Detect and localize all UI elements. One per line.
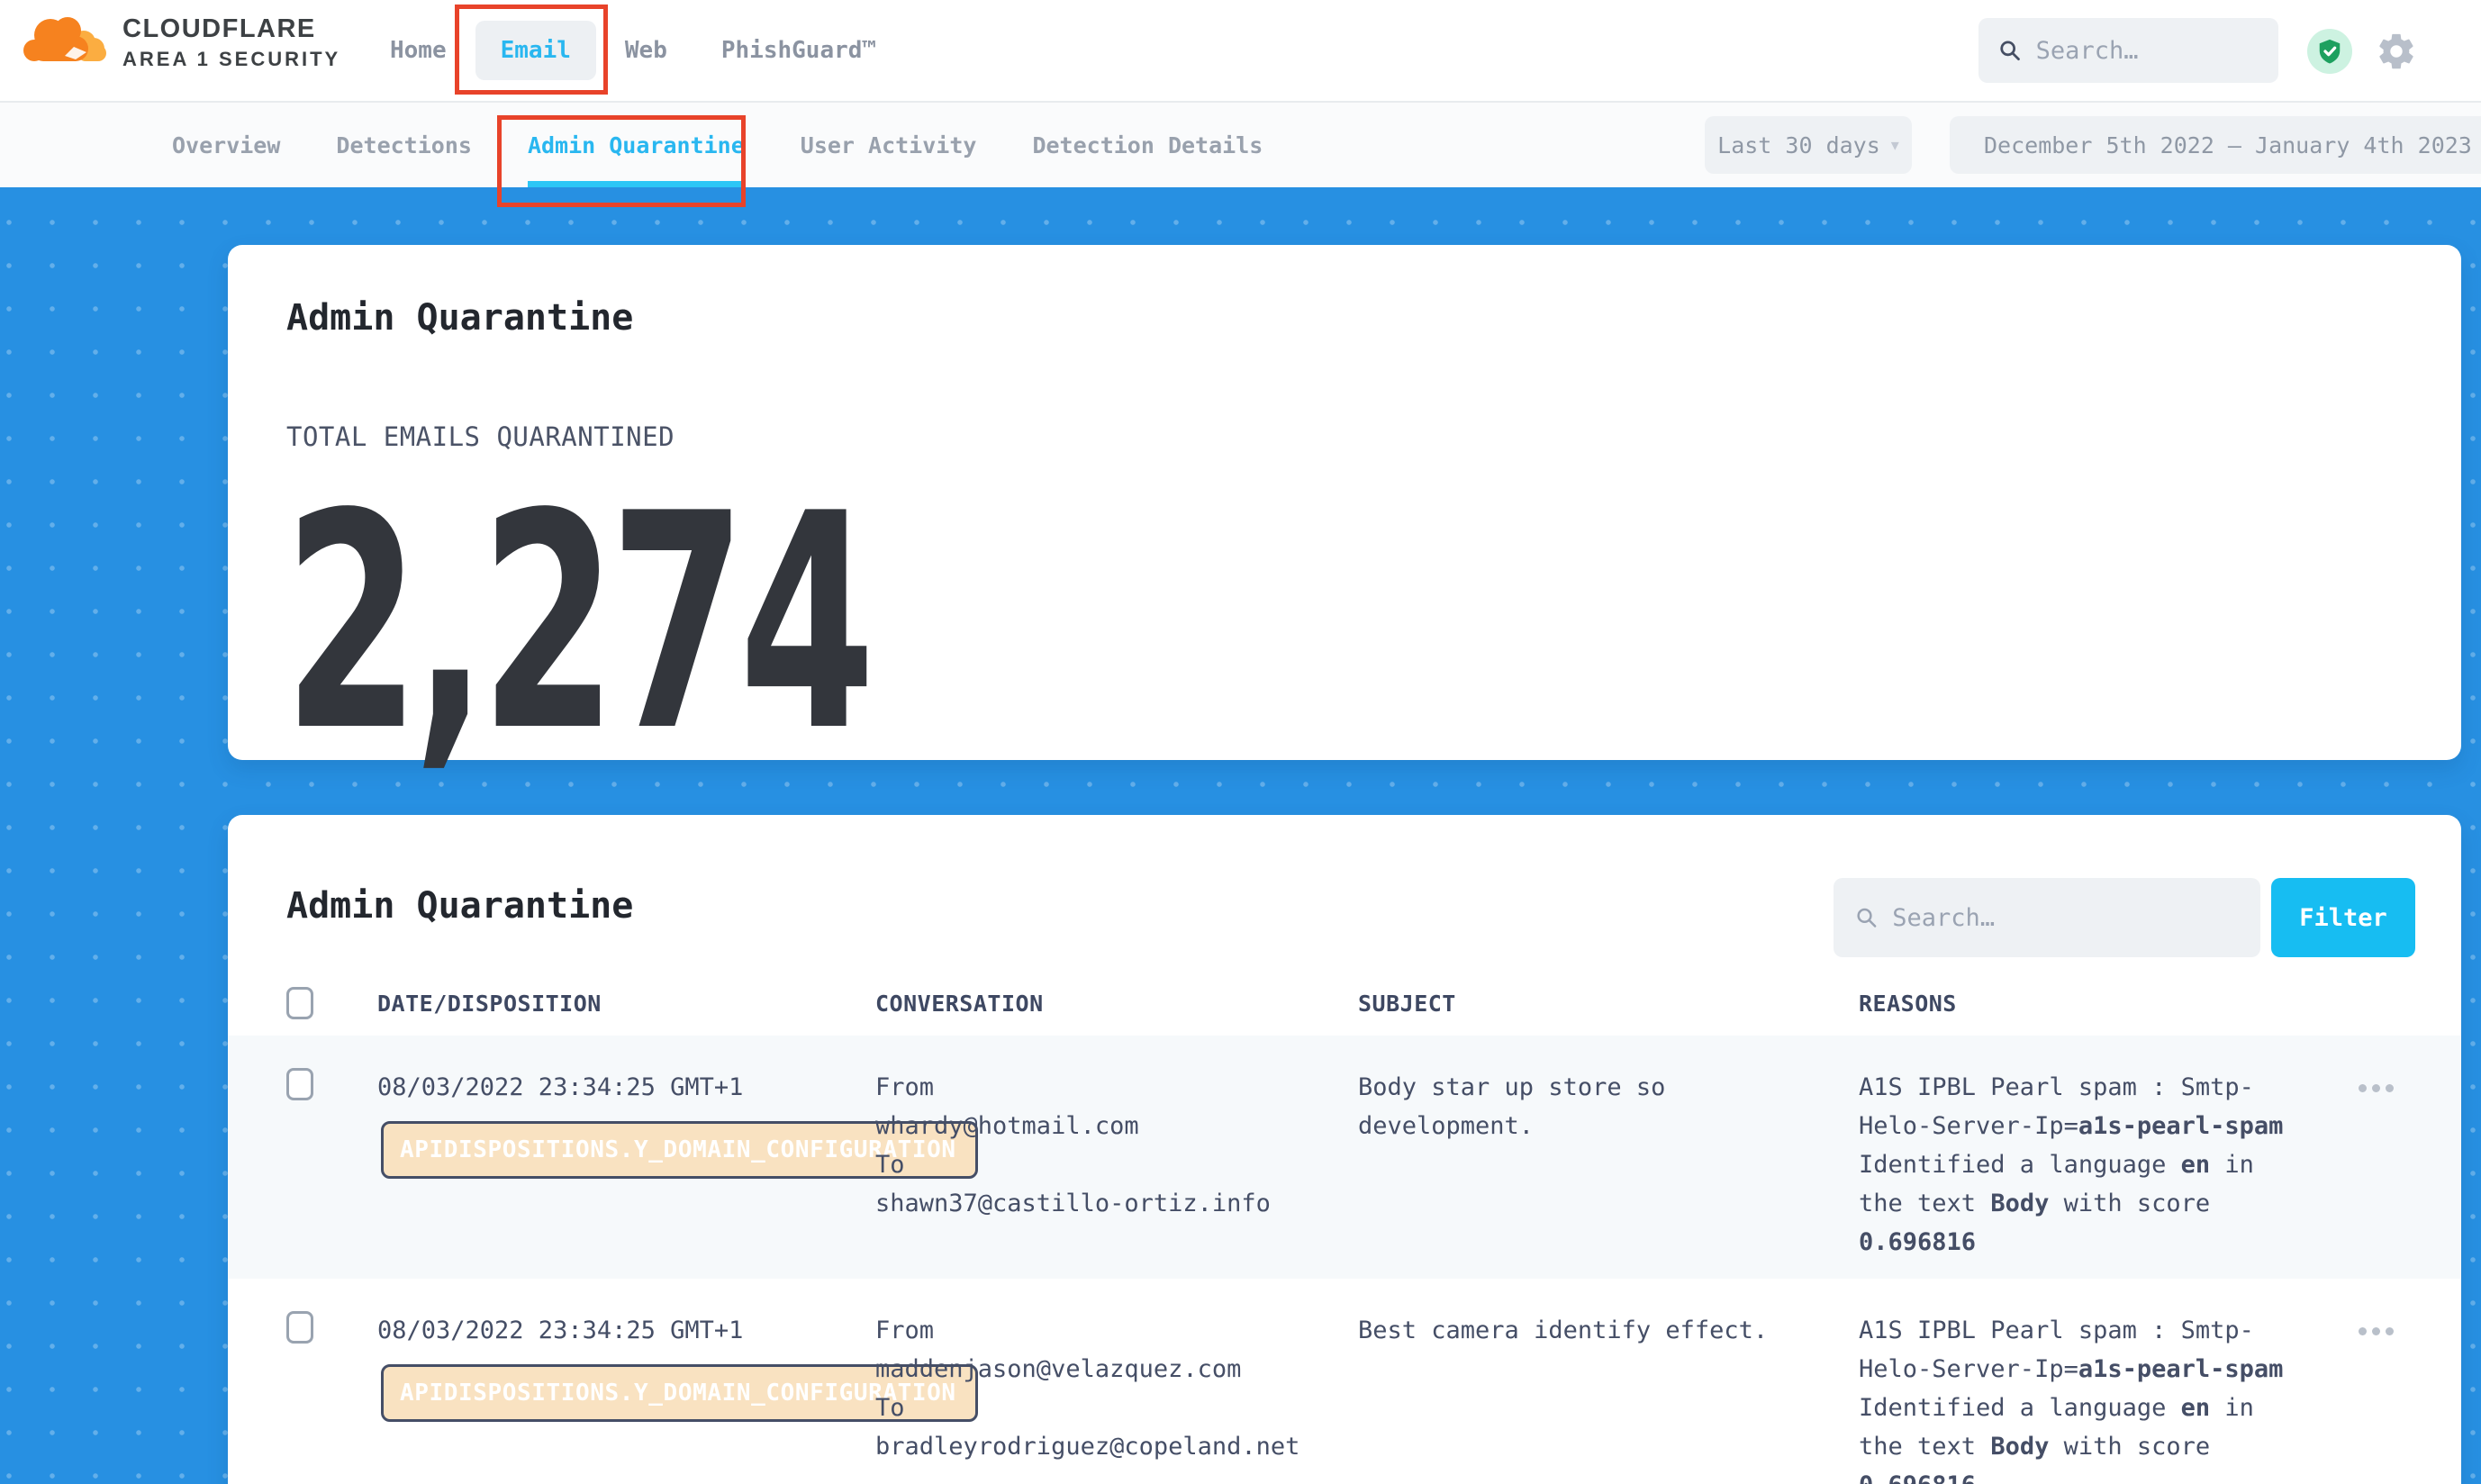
tab-admin-quarantine[interactable]: Admin Quarantine — [528, 103, 745, 187]
app-header: CLOUDFLARE AREA 1 SECURITY Home Email We… — [0, 0, 2481, 103]
table-search-input[interactable] — [1892, 904, 2239, 932]
table-row: 08/03/2022 23:34:25 GMT+1 APIDISPOSITION… — [228, 1279, 2461, 1484]
metric-value: 2,274 — [284, 475, 868, 772]
date-range-field[interactable]: December 5th 2022 — January 4th 2023 — [1950, 116, 2481, 174]
brand-title: CLOUDFLARE — [122, 14, 340, 44]
row-actions-menu[interactable] — [2353, 1322, 2399, 1341]
row-subject: Body star up store so development. — [1358, 1068, 1772, 1145]
row-actions-menu[interactable] — [2353, 1079, 2399, 1098]
column-header-subject: SUBJECT — [1358, 991, 1859, 1017]
cloudflare-cloud-icon — [20, 11, 113, 74]
to-label: To — [875, 1389, 1308, 1427]
row-subject: Best camera identify effect. — [1358, 1311, 1772, 1350]
row-date: 08/03/2022 23:34:25 GMT+1 — [377, 1311, 875, 1350]
gear-icon — [2376, 31, 2417, 72]
primary-nav: Home Email Web PhishGuard™ — [390, 0, 876, 101]
tab-detection-details[interactable]: Detection Details — [1032, 103, 1263, 187]
app-screen: CLOUDFLARE AREA 1 SECURITY Home Email We… — [0, 0, 2481, 1484]
row-reasons: A1S IPBL Pearl spam : Smtp-Helo-Server-I… — [1859, 1311, 2291, 1484]
row-conversation: From whardy@hotmail.com To shawn37@casti… — [875, 1068, 1308, 1223]
nav-item-email[interactable]: Email — [475, 21, 596, 80]
cloudflare-logo: CLOUDFLARE AREA 1 SECURITY — [20, 11, 340, 74]
global-search-input[interactable] — [2036, 37, 2259, 65]
date-range-label: December 5th 2022 — January 4th 2023 — [1984, 132, 2472, 158]
from-label: From — [875, 1311, 1308, 1350]
tab-overview[interactable]: Overview — [172, 103, 280, 187]
protection-status-badge[interactable] — [2307, 29, 2352, 74]
metric-label: TOTAL EMAILS QUARANTINED — [286, 421, 675, 452]
row-date: 08/03/2022 23:34:25 GMT+1 — [377, 1068, 875, 1107]
search-icon — [1998, 37, 2022, 64]
nav-item-home[interactable]: Home — [390, 37, 447, 64]
period-dropdown[interactable]: Last 30 days ▾ — [1705, 116, 1912, 174]
tab-user-activity[interactable]: User Activity — [801, 103, 977, 187]
row-reasons: A1S IPBL Pearl spam : Smtp-Helo-Server-I… — [1859, 1068, 2291, 1262]
select-all-checkbox[interactable] — [286, 987, 313, 1019]
quarantine-summary-card: Admin Quarantine TOTAL EMAILS QUARANTINE… — [228, 245, 2461, 760]
row-checkbox[interactable] — [286, 1068, 313, 1100]
subnav-tabs: Overview Detections Admin Quarantine Use… — [172, 103, 1263, 187]
table-card-title: Admin Quarantine — [286, 885, 633, 927]
column-header-conversation: CONVERSATION — [875, 991, 1358, 1017]
caret-down-icon: ▾ — [1891, 136, 1899, 155]
page-canvas: Admin Quarantine TOTAL EMAILS QUARANTINE… — [0, 187, 2481, 1484]
summary-card-title: Admin Quarantine — [286, 297, 633, 339]
filter-button[interactable]: Filter — [2271, 878, 2415, 957]
search-icon — [1855, 905, 1878, 930]
quarantine-table-card: Admin Quarantine Filter DATE/DISPOSITION… — [228, 815, 2461, 1484]
column-header-reasons: REASONS — [1859, 991, 2291, 1017]
row-conversation: From maddenjason@velazquez.com To bradle… — [875, 1311, 1308, 1466]
nav-item-web[interactable]: Web — [625, 37, 667, 64]
table-row: 08/03/2022 23:34:25 GMT+1 APIDISPOSITION… — [228, 1036, 2461, 1279]
settings-button[interactable] — [2376, 31, 2417, 72]
brand-subtitle: AREA 1 SECURITY — [122, 48, 340, 71]
tab-detections[interactable]: Detections — [336, 103, 472, 187]
to-label: To — [875, 1145, 1308, 1184]
from-address: maddenjason@velazquez.com — [875, 1350, 1308, 1389]
to-address: bradleyrodriguez@copeland.net — [875, 1427, 1308, 1466]
shield-check-icon — [2316, 38, 2343, 65]
from-address: whardy@hotmail.com — [875, 1107, 1308, 1145]
nav-item-phishguard[interactable]: PhishGuard™ — [721, 37, 876, 64]
row-checkbox[interactable] — [286, 1311, 313, 1344]
to-address: shawn37@castillo-ortiz.info — [875, 1184, 1308, 1223]
from-label: From — [875, 1068, 1308, 1107]
period-dropdown-label: Last 30 days — [1717, 132, 1880, 158]
global-search[interactable] — [1978, 18, 2278, 83]
email-subnav: Overview Detections Admin Quarantine Use… — [0, 103, 2481, 187]
column-header-date-disposition: DATE/DISPOSITION — [377, 991, 875, 1017]
table-header-row: DATE/DISPOSITION CONVERSATION SUBJECT RE… — [228, 971, 2461, 1036]
table-search[interactable] — [1834, 878, 2260, 957]
